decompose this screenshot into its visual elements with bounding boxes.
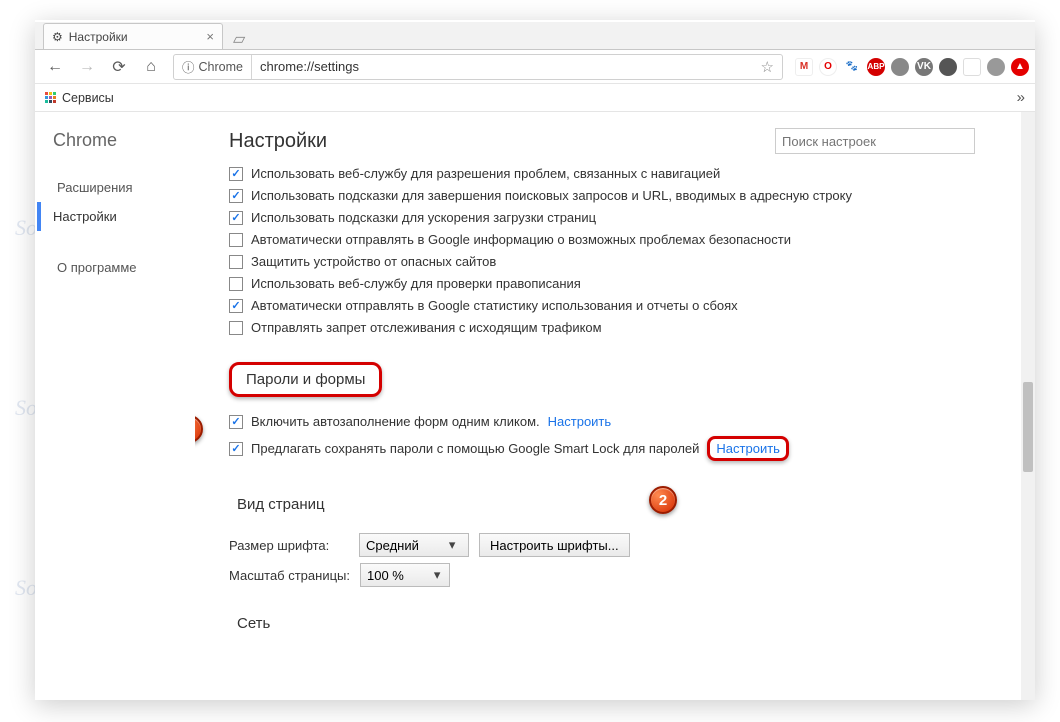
checkbox[interactable] <box>229 255 243 269</box>
back-button[interactable]: ← <box>41 53 69 81</box>
security-chip: ⓘ Chrome <box>174 55 252 79</box>
vk-icon[interactable]: VK <box>915 58 933 76</box>
settings-search-input[interactable] <box>775 128 975 154</box>
bookmarks-bar: Сервисы » <box>35 84 1035 112</box>
privacy-row: Использовать веб-службу для проверки пра… <box>229 276 1015 291</box>
privacy-row: Защитить устройство от опасных сайтов <box>229 254 1015 269</box>
settings-sidebar: Chrome Расширения Настройки О программе <box>35 112 195 700</box>
extension-icon[interactable] <box>987 58 1005 76</box>
checkbox[interactable] <box>229 211 243 225</box>
tab-title: Настройки <box>69 30 128 44</box>
page-title: Настройки <box>229 130 327 153</box>
autofill-row: Включить автозаполнение форм одним клико… <box>229 414 1015 429</box>
gmail-icon[interactable]: M <box>795 58 813 76</box>
font-size-value: Средний <box>366 538 419 553</box>
tab-strip: ⚙ Настройки × ▱ <box>35 22 1035 50</box>
info-icon: ⓘ <box>182 57 195 76</box>
configure-fonts-button[interactable]: Настроить шрифты... <box>479 533 630 557</box>
sidebar-item-settings[interactable]: Настройки <box>37 202 195 231</box>
zoom-row: Масштаб страницы: 100 % <box>229 563 1015 587</box>
sidebar-item-about[interactable]: О программе <box>53 253 195 282</box>
zoom-select[interactable]: 100 % <box>360 563 450 587</box>
forward-button[interactable]: → <box>73 53 101 81</box>
smartlock-configure-link[interactable]: Настроить <box>707 436 789 461</box>
tab-close-button[interactable]: × <box>206 29 214 44</box>
checkbox[interactable] <box>229 189 243 203</box>
settings-search[interactable] <box>775 128 975 154</box>
setting-label: Использовать подсказки для ускорения заг… <box>251 210 596 225</box>
home-button[interactable]: ⌂ <box>137 53 165 81</box>
zoom-value: 100 % <box>367 568 404 583</box>
apps-icon[interactable] <box>45 92 56 103</box>
privacy-row: Автоматически отправлять в Google информ… <box>229 232 1015 247</box>
eye-icon[interactable]: 👁 <box>963 58 981 76</box>
font-size-label: Размер шрифта: <box>229 538 349 553</box>
browser-window: — ☐ ✕ ⚙ Настройки × ▱ ← → ⟳ ⌂ ⓘ Chrome c… <box>35 20 1035 700</box>
annotation-badge-2: 2 <box>649 486 677 514</box>
setting-label: Защитить устройство от опасных сайтов <box>251 254 496 269</box>
checkbox[interactable] <box>229 299 243 313</box>
setting-label: Предлагать сохранять пароли с помощью Go… <box>251 441 699 456</box>
privacy-row: Использовать веб-службу для разрешения п… <box>229 166 1015 181</box>
setting-label: Автоматически отправлять в Google информ… <box>251 232 791 247</box>
section-passwords-forms-heading: Пароли и формы <box>229 362 382 397</box>
setting-label: Использовать веб-службу для проверки пра… <box>251 276 581 291</box>
extension-icon[interactable] <box>939 58 957 76</box>
toolbar: ← → ⟳ ⌂ ⓘ Chrome chrome://settings ☆ M O… <box>35 50 1035 84</box>
checkbox[interactable] <box>229 442 243 456</box>
section-appearance-heading: Вид страниц <box>229 492 333 517</box>
autofill-configure-link[interactable]: Настроить <box>548 414 612 429</box>
sidebar-item-extensions[interactable]: Расширения <box>53 173 195 202</box>
extension-icon[interactable]: 🐾 <box>843 58 861 76</box>
gear-icon: ⚙ <box>52 30 63 44</box>
setting-label: Включить автозаполнение форм одним клико… <box>251 414 540 429</box>
setting-label: Отправлять запрет отслеживания с исходящ… <box>251 320 602 335</box>
main-header: Настройки <box>229 128 1015 154</box>
reload-button[interactable]: ⟳ <box>105 53 133 81</box>
setting-label: Автоматически отправлять в Google статис… <box>251 298 738 313</box>
smartlock-row: Предлагать сохранять пароли с помощью Go… <box>229 436 1015 461</box>
brand-label: Chrome <box>53 130 195 151</box>
checkbox[interactable] <box>229 167 243 181</box>
font-size-row: Размер шрифта: Средний Настроить шрифты.… <box>229 533 1015 557</box>
privacy-row: Автоматически отправлять в Google статис… <box>229 298 1015 313</box>
annotation-badge-1: 1 <box>195 415 203 443</box>
extension-icons: M O 🐾 ABP VK 👁 ▲ <box>795 58 1029 76</box>
opera-icon[interactable]: O <box>819 58 837 76</box>
extension-icon[interactable] <box>891 58 909 76</box>
adblock-icon[interactable]: ABP <box>867 58 885 76</box>
checkbox[interactable] <box>229 415 243 429</box>
chip-label: Chrome <box>199 60 243 74</box>
settings-main: Настройки Использовать веб-службу для ра… <box>195 112 1035 700</box>
privacy-row: Отправлять запрет отслеживания с исходящ… <box>229 320 1015 335</box>
content-area: Chrome Расширения Настройки О программе … <box>35 112 1035 700</box>
content-scrollbar[interactable] <box>1021 112 1035 700</box>
privacy-row: Использовать подсказки для ускорения заг… <box>229 210 1015 225</box>
extension-icon[interactable]: ▲ <box>1011 58 1029 76</box>
checkbox[interactable] <box>229 277 243 291</box>
scrollbar-thumb[interactable] <box>1023 382 1033 472</box>
font-size-select[interactable]: Средний <box>359 533 469 557</box>
privacy-row: Использовать подсказки для завершения по… <box>229 188 1015 203</box>
setting-label: Использовать веб-службу для разрешения п… <box>251 166 720 181</box>
new-tab-button[interactable]: ▱ <box>227 29 251 49</box>
services-bookmark[interactable]: Сервисы <box>62 91 114 105</box>
tab-settings[interactable]: ⚙ Настройки × <box>43 23 223 49</box>
section-network-heading: Сеть <box>229 611 278 636</box>
url-text: chrome://settings <box>252 59 367 74</box>
bookmarks-overflow-button[interactable]: » <box>1017 89 1025 106</box>
setting-label: Использовать подсказки для завершения по… <box>251 188 852 203</box>
checkbox[interactable] <box>229 321 243 335</box>
checkbox[interactable] <box>229 233 243 247</box>
zoom-label: Масштаб страницы: <box>229 568 350 583</box>
address-bar[interactable]: ⓘ Chrome chrome://settings ☆ <box>173 54 783 80</box>
bookmark-star-icon[interactable]: ☆ <box>753 58 782 76</box>
